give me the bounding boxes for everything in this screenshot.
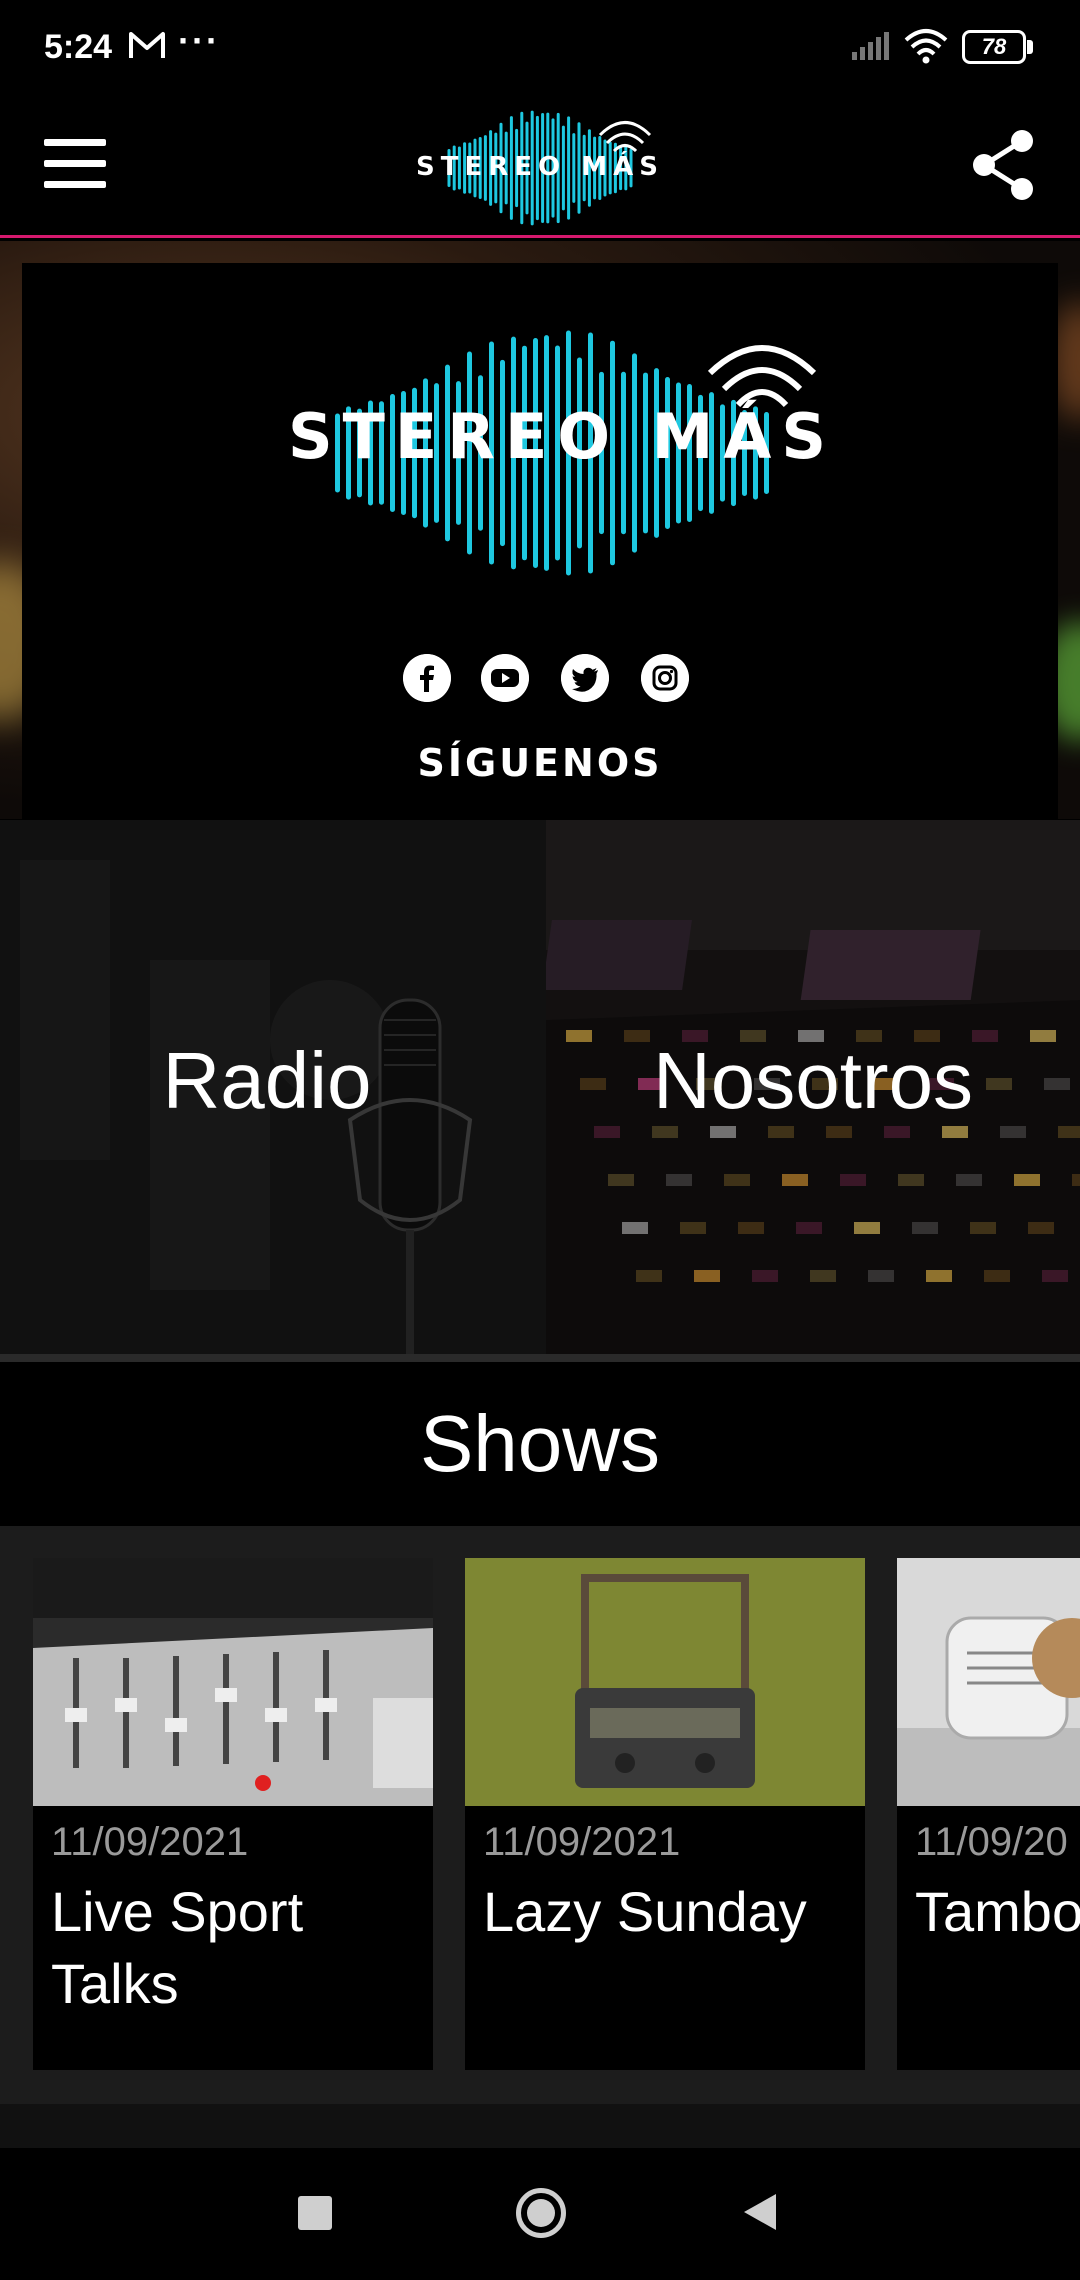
show-date: 11/09/2021 bbox=[483, 1820, 681, 1864]
tiles-divider bbox=[0, 1354, 1080, 1362]
instagram-icon[interactable] bbox=[641, 654, 689, 702]
tile-radio-label: Radio bbox=[162, 1036, 372, 1125]
hero-logo: STEREO MÁS bbox=[288, 330, 836, 576]
svg-text:STEREO MÁS: STEREO MÁS bbox=[288, 400, 836, 473]
content-bottom bbox=[0, 2104, 1080, 2148]
app-bar: STEREO MÁS bbox=[0, 95, 1080, 238]
hero-banner: STEREO MÁS SÍGUENOS bbox=[0, 241, 1080, 819]
facebook-icon[interactable] bbox=[403, 654, 451, 702]
home-button[interactable] bbox=[516, 2188, 566, 2238]
more-dots-icon: ··· bbox=[178, 20, 220, 61]
back-button[interactable] bbox=[744, 2194, 776, 2230]
follow-us-label: SÍGUENOS bbox=[417, 741, 663, 785]
show-date: 11/09/20 bbox=[915, 1820, 1068, 1864]
tile-nosotros-label: Nosotros bbox=[652, 1036, 974, 1125]
show-thumbnail bbox=[465, 1558, 865, 1806]
show-date: 11/09/2021 bbox=[51, 1820, 249, 1864]
show-card[interactable]: 11/09/2021 Lazy Sunday bbox=[465, 1558, 865, 2070]
show-title: Live Sport Talks bbox=[51, 1880, 304, 2015]
show-card[interactable]: 11/09/20 Tambo Digest bbox=[897, 1558, 1080, 2070]
tile-radio[interactable]: Radio bbox=[0, 820, 534, 1354]
hamburger-menu-icon[interactable] bbox=[44, 135, 108, 195]
shows-carousel[interactable]: 11/09/2021 Live Sport Talks 11/09/2021 L… bbox=[0, 1526, 1080, 2104]
show-thumbnail bbox=[897, 1558, 1080, 1806]
tile-gap bbox=[534, 820, 546, 1354]
system-nav-bar bbox=[0, 2148, 1080, 2280]
battery-level: 78 bbox=[981, 34, 1007, 59]
hero-card: STEREO MÁS bbox=[22, 263, 1058, 819]
status-time: 5:24 bbox=[44, 28, 113, 66]
youtube-icon[interactable] bbox=[481, 654, 529, 702]
tile-nosotros[interactable]: Nosotros bbox=[546, 820, 1080, 1354]
shows-title: Shows bbox=[419, 1399, 661, 1488]
battery-icon: 78 bbox=[962, 30, 1034, 64]
svg-text:STEREO MÁS: STEREO MÁS bbox=[416, 150, 664, 182]
twitter-icon[interactable] bbox=[561, 654, 609, 702]
shows-header: Shows bbox=[0, 1362, 1080, 1526]
gmail-icon bbox=[129, 32, 165, 58]
share-icon[interactable] bbox=[968, 127, 1038, 203]
status-bar: 5:24 ··· 78 bbox=[0, 0, 1080, 95]
show-thumbnail bbox=[33, 1558, 433, 1806]
signal-icon bbox=[852, 32, 889, 60]
app-logo: STEREO MÁS bbox=[416, 110, 664, 226]
show-card[interactable]: 11/09/2021 Live Sport Talks bbox=[33, 1558, 433, 2070]
recents-button[interactable] bbox=[298, 2196, 332, 2230]
show-title: Lazy Sunday bbox=[483, 1880, 807, 1943]
show-title: Tambo Digest bbox=[915, 1880, 1080, 1943]
wifi-icon bbox=[904, 29, 948, 64]
